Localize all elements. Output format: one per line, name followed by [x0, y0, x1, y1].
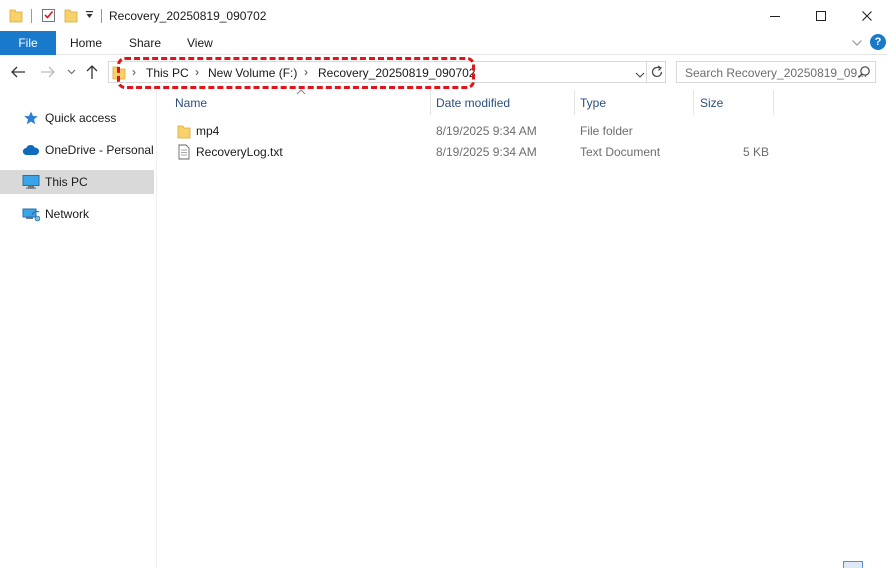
window-title: Recovery_20250819_090702	[109, 9, 267, 23]
file-date-modified: 8/19/2025 9:34 AM	[436, 124, 537, 138]
help-button[interactable]: ?	[870, 34, 886, 50]
star-icon	[22, 110, 40, 126]
tab-file[interactable]: File	[0, 31, 56, 55]
expand-ribbon-icon[interactable]	[851, 37, 863, 51]
tab-home[interactable]: Home	[70, 31, 102, 55]
divider	[31, 9, 32, 23]
maximize-icon	[816, 10, 826, 21]
column-header-size[interactable]: Size	[700, 96, 723, 110]
properties-icon[interactable]	[41, 7, 56, 26]
sidebar-item-label: This PC	[45, 175, 88, 189]
file-name[interactable]: RecoveryLog.txt	[196, 145, 283, 159]
folder-icon	[177, 123, 191, 139]
forward-arrow-icon[interactable]	[40, 63, 56, 81]
file-size: 5 KB	[743, 145, 770, 159]
ribbon: File Home Share View ?	[0, 31, 887, 55]
sidebar-item-quick-access[interactable]: Quick access	[0, 106, 154, 130]
navigation-pane: Quick access OneDrive - Personal This PC…	[0, 90, 157, 568]
sidebar-item-label: Quick access	[45, 111, 117, 125]
sidebar-item-this-pc[interactable]: This PC	[0, 170, 154, 194]
search-box[interactable]: Search Recovery_20250819_09...	[676, 61, 876, 83]
column-divider[interactable]	[430, 90, 431, 115]
column-divider[interactable]	[693, 90, 694, 115]
tab-share[interactable]: Share	[129, 31, 161, 55]
up-arrow-icon[interactable]	[85, 63, 99, 81]
column-header-date-modified[interactable]: Date modified	[436, 96, 510, 110]
close-icon	[862, 10, 872, 21]
recent-locations-chevron-icon[interactable]	[67, 63, 76, 81]
new-folder-icon[interactable]	[64, 7, 78, 26]
file-list: Name Date modified Type Size mp4 8/19/20…	[157, 87, 887, 568]
sidebar-item-label: OneDrive - Personal	[45, 143, 154, 157]
column-header-type[interactable]: Type	[580, 96, 606, 110]
file-type: Text Document	[580, 145, 661, 159]
cloud-icon	[22, 142, 40, 158]
table-row[interactable]: RecoveryLog.txt 8/19/2025 9:34 AM Text D…	[157, 142, 777, 163]
sidebar-item-label: Network	[45, 207, 90, 221]
file-type: File folder	[580, 124, 633, 138]
table-row[interactable]: mp4 8/19/2025 9:34 AM File folder	[157, 121, 777, 142]
column-header-name[interactable]: Name	[175, 96, 207, 110]
column-divider[interactable]	[574, 90, 575, 115]
customize-quick-access-icon[interactable]	[85, 9, 94, 24]
sidebar-item-network[interactable]: Network	[0, 202, 154, 226]
close-button[interactable]	[844, 0, 887, 31]
file-name[interactable]: mp4	[196, 124, 219, 138]
minimize-button[interactable]	[752, 0, 798, 31]
refresh-icon[interactable]	[650, 65, 664, 82]
search-input[interactable]: Search Recovery_20250819_09...	[685, 66, 867, 80]
search-icon[interactable]	[857, 65, 871, 82]
divider	[101, 9, 102, 23]
file-date-modified: 8/19/2025 9:34 AM	[436, 145, 537, 159]
title-bar: Recovery_20250819_090702	[0, 0, 887, 31]
back-arrow-icon[interactable]	[10, 63, 26, 81]
tab-view[interactable]: View	[187, 31, 213, 55]
column-divider[interactable]	[773, 90, 774, 115]
folder-icon	[9, 7, 23, 26]
sort-indicator-icon	[296, 87, 306, 97]
sidebar-item-onedrive[interactable]: OneDrive - Personal	[0, 138, 154, 162]
text-file-icon	[177, 144, 191, 160]
maximize-button[interactable]	[798, 0, 844, 31]
network-icon	[22, 206, 40, 222]
divider	[646, 62, 647, 82]
minimize-icon	[770, 15, 780, 17]
address-dropdown-chevron-icon[interactable]	[635, 68, 645, 82]
details-view-icon[interactable]	[843, 561, 863, 568]
address-highlight-annotation	[117, 57, 475, 89]
monitor-icon	[22, 174, 40, 190]
